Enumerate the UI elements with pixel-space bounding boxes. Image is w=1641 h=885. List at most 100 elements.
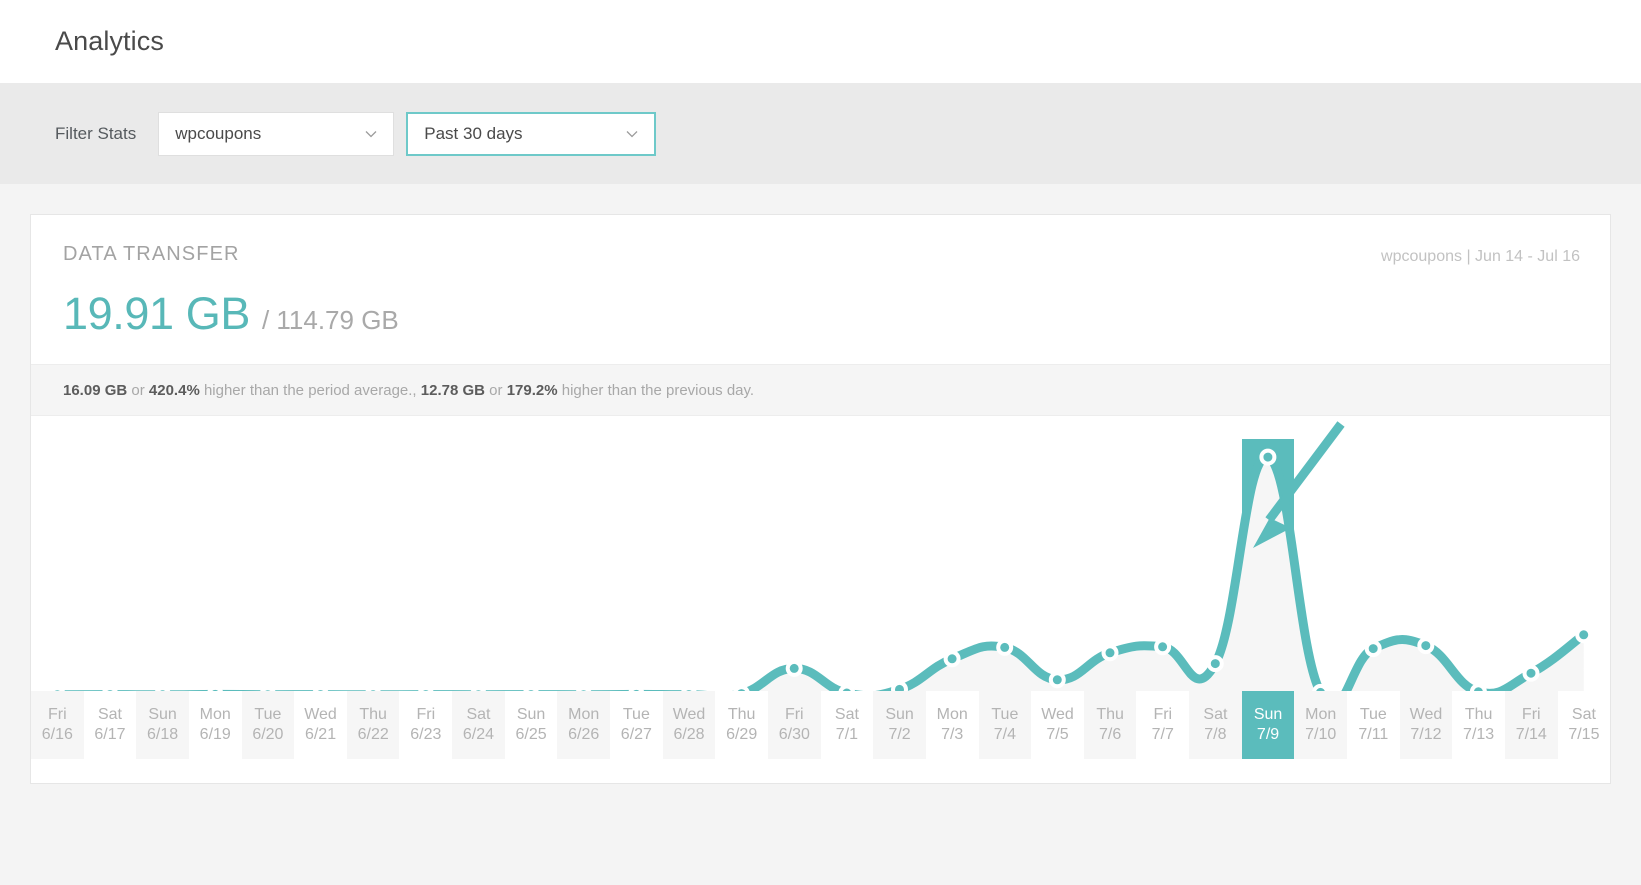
axis-tick-7-15[interactable]: Sat7/15: [1558, 691, 1611, 759]
comparison-text: 16.09 GB or 420.4% higher than the perio…: [63, 382, 754, 399]
axis-tick-7-4[interactable]: Tue7/4: [979, 691, 1032, 759]
chart-point-7-7[interactable]: [1156, 640, 1169, 653]
chart-point-7-11[interactable]: [1367, 642, 1380, 655]
axis-tick-date: 7/10: [1305, 725, 1336, 745]
axis-tick-day: Sat: [98, 705, 122, 725]
chart-point-7-5[interactable]: [1051, 673, 1064, 686]
axis-tick-date: 7/1: [836, 725, 858, 745]
chart-point-7-2[interactable]: [893, 683, 906, 691]
axis-tick-6-26[interactable]: Mon6/26: [557, 691, 610, 759]
axis-tick-day: Fri: [48, 705, 67, 725]
axis-tick-7-1[interactable]: Sat7/1: [821, 691, 874, 759]
axis-tick-date: 6/18: [147, 725, 178, 745]
axis-tick-7-2[interactable]: Sun7/2: [873, 691, 926, 759]
axis-tick-day: Sun: [517, 705, 545, 725]
axis-tick-6-29[interactable]: Thu6/29: [715, 691, 768, 759]
axis-tick-date: 6/19: [200, 725, 231, 745]
axis-tick-date: 7/15: [1568, 725, 1599, 745]
axis-tick-6-19[interactable]: Mon6/19: [189, 691, 242, 759]
date-range-select-value: Past 30 days: [424, 124, 522, 144]
axis-tick-6-20[interactable]: Tue6/20: [242, 691, 295, 759]
axis-tick-day: Sat: [1572, 705, 1596, 725]
comparison-avg-pct: 420.4%: [149, 382, 200, 399]
axis-tick-6-21[interactable]: Wed6/21: [294, 691, 347, 759]
axis-tick-date: 7/8: [1204, 725, 1226, 745]
axis-tick-6-30[interactable]: Fri6/30: [768, 691, 821, 759]
axis-tick-date: 7/4: [994, 725, 1016, 745]
axis-tick-date: 7/2: [888, 725, 910, 745]
site-select[interactable]: wpcoupons: [158, 112, 394, 156]
axis-tick-date: 6/16: [42, 725, 73, 745]
chart-point-7-14[interactable]: [1525, 667, 1538, 680]
axis-tick-7-5[interactable]: Wed7/5: [1031, 691, 1084, 759]
chart-point-7-15[interactable]: [1577, 628, 1590, 641]
axis-tick-date: 6/27: [621, 725, 652, 745]
axis-tick-6-25[interactable]: Sun6/25: [505, 691, 558, 759]
axis-tick-day: Mon: [200, 705, 231, 725]
axis-tick-6-18[interactable]: Sun6/18: [136, 691, 189, 759]
axis-tick-6-16[interactable]: Fri6/16: [31, 691, 84, 759]
filter-stats-label: Filter Stats: [55, 124, 136, 144]
chart-point-7-9[interactable]: [1261, 451, 1274, 464]
axis-tick-date: 6/17: [94, 725, 125, 745]
axis-tick-7-10[interactable]: Mon7/10: [1294, 691, 1347, 759]
chart-point-7-8[interactable]: [1209, 657, 1222, 670]
axis-tick-day: Tue: [254, 705, 281, 725]
axis-tick-6-27[interactable]: Tue6/27: [610, 691, 663, 759]
usage-total: / 114.79 GB: [262, 305, 399, 336]
axis-tick-day: Tue: [623, 705, 650, 725]
axis-tick-date: 6/28: [673, 725, 704, 745]
usage-summary: 19.91 GB / 114.79 GB: [31, 266, 1610, 340]
comparison-prev-value: 12.78 GB: [421, 382, 485, 399]
axis-tick-day: Tue: [1360, 705, 1387, 725]
chart-point-6-30[interactable]: [788, 662, 801, 675]
content-area: DATA TRANSFER wpcoupons | Jun 14 - Jul 1…: [0, 184, 1641, 784]
axis-tick-7-6[interactable]: Thu7/6: [1084, 691, 1137, 759]
axis-tick-date: 6/26: [568, 725, 599, 745]
axis-tick-date: 7/13: [1463, 725, 1494, 745]
axis-tick-day: Fri: [785, 705, 804, 725]
chart-point-7-4[interactable]: [998, 641, 1011, 654]
comparison-join-2: or: [485, 382, 507, 399]
comparison-avg-value: 16.09 GB: [63, 382, 127, 399]
axis-tick-day: Fri: [416, 705, 435, 725]
page-title: Analytics: [55, 26, 164, 57]
axis-tick-day: Sun: [885, 705, 913, 725]
axis-tick-7-8[interactable]: Sat7/8: [1189, 691, 1242, 759]
axis-tick-7-13[interactable]: Thu7/13: [1452, 691, 1505, 759]
axis-tick-7-3[interactable]: Mon7/3: [926, 691, 979, 759]
axis-tick-day: Tue: [991, 705, 1018, 725]
chart-x-axis: Fri6/16Sat6/17Sun6/18Mon6/19Tue6/20Wed6/…: [31, 691, 1610, 759]
chart-point-7-12[interactable]: [1419, 639, 1432, 652]
comparison-avg-tail: higher than the period average.,: [200, 382, 421, 399]
axis-tick-6-17[interactable]: Sat6/17: [84, 691, 137, 759]
axis-tick-6-23[interactable]: Fri6/23: [399, 691, 452, 759]
axis-tick-7-14[interactable]: Fri7/14: [1505, 691, 1558, 759]
axis-tick-6-22[interactable]: Thu6/22: [347, 691, 400, 759]
axis-tick-7-7[interactable]: Fri7/7: [1136, 691, 1189, 759]
axis-tick-6-24[interactable]: Sat6/24: [452, 691, 505, 759]
chart-point-7-3[interactable]: [946, 652, 959, 665]
date-range-select[interactable]: Past 30 days: [406, 112, 656, 156]
axis-tick-7-11[interactable]: Tue7/11: [1347, 691, 1400, 759]
axis-tick-7-12[interactable]: Wed7/12: [1400, 691, 1453, 759]
axis-tick-date: 6/21: [305, 725, 336, 745]
axis-tick-day: Sat: [466, 705, 490, 725]
card-header: DATA TRANSFER wpcoupons | Jun 14 - Jul 1…: [31, 215, 1610, 266]
axis-tick-day: Wed: [304, 705, 337, 725]
card-meta: wpcoupons | Jun 14 - Jul 16: [1381, 243, 1580, 266]
axis-tick-date: 7/3: [941, 725, 963, 745]
axis-tick-6-28[interactable]: Wed6/28: [663, 691, 716, 759]
axis-tick-date: 7/6: [1099, 725, 1121, 745]
data-transfer-chart[interactable]: Fri6/16Sat6/17Sun6/18Mon6/19Tue6/20Wed6/…: [31, 416, 1610, 759]
chart-line-svg: [31, 416, 1610, 691]
axis-tick-day: Thu: [1465, 705, 1493, 725]
page-header: Analytics: [0, 0, 1641, 83]
axis-tick-7-9[interactable]: Sun7/9: [1242, 691, 1295, 759]
axis-tick-day: Fri: [1522, 705, 1541, 725]
chart-area-fill: [57, 457, 1583, 691]
axis-tick-date: 7/11: [1358, 725, 1388, 745]
chart-point-7-6[interactable]: [1104, 646, 1117, 659]
axis-tick-day: Sun: [1254, 705, 1282, 725]
axis-tick-date: 7/14: [1516, 725, 1547, 745]
